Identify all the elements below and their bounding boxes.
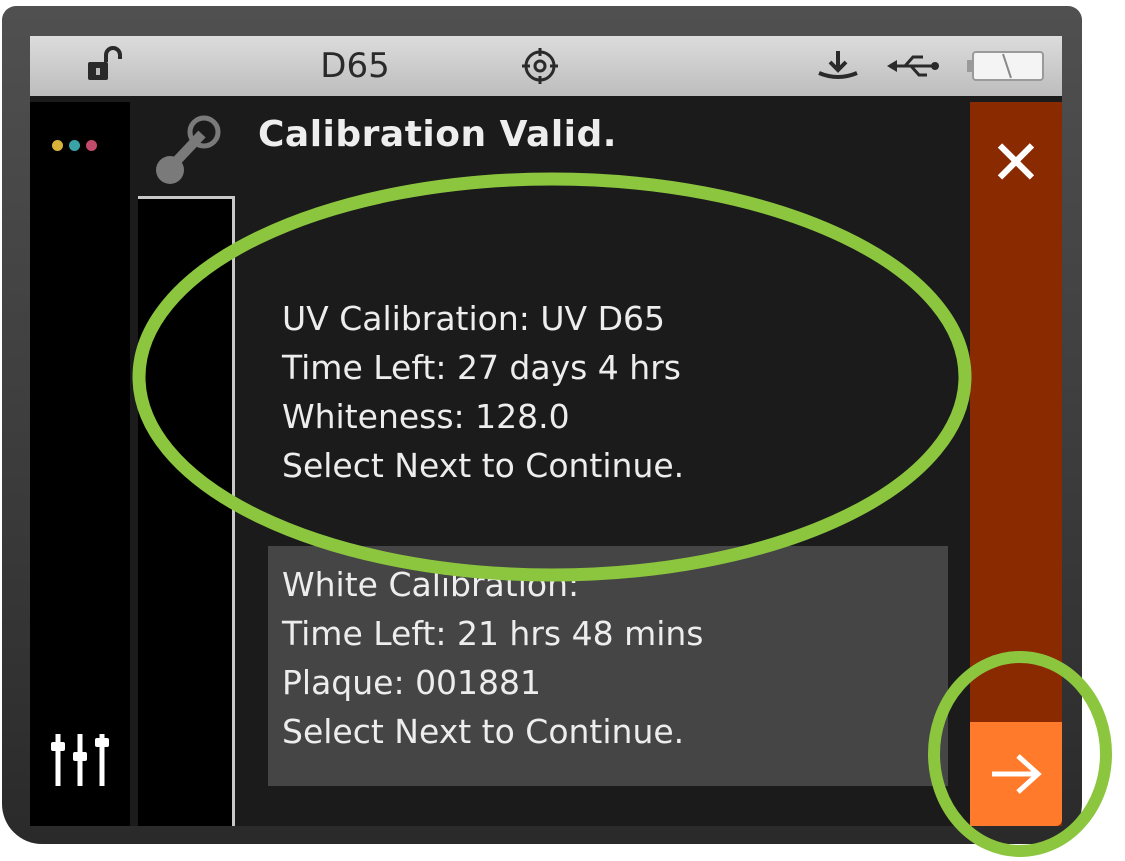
usb-icon [878, 36, 948, 96]
white-calibration-line: White Calibration: [282, 565, 580, 604]
battery-icon [962, 36, 1052, 96]
left-sidebar [30, 102, 130, 826]
uv-calibration-line: UV Calibration: UV D65 [282, 299, 665, 338]
dot-yellow [52, 140, 63, 151]
plaque-line: Plaque: 001881 [282, 663, 542, 702]
uv-calibration-info: UV Calibration: UV D65 Time Left: 27 day… [282, 294, 684, 490]
action-column: ✕ [970, 102, 1062, 826]
white-time-left-line: Time Left: 21 hrs 48 mins [282, 614, 704, 653]
uv-instruction-line: Select Next to Continue. [282, 446, 685, 485]
uv-time-left-line: Time Left: 27 days 4 hrs [282, 348, 681, 387]
dialog-title: Calibration Valid. [258, 114, 617, 155]
whiteness-line: Whiteness: 128.0 [282, 397, 570, 436]
dot-teal [69, 140, 80, 151]
calibration-probe-icon [148, 110, 228, 194]
arrow-right-icon [992, 754, 1042, 794]
more-options-icon[interactable] [52, 140, 97, 151]
sliders-icon[interactable] [48, 730, 112, 792]
unlocked-padlock-icon[interactable] [74, 36, 134, 96]
illuminant-label[interactable]: D65 [295, 36, 415, 96]
white-calibration-box: White Calibration: Time Left: 21 hrs 48 … [268, 546, 948, 786]
next-button[interactable] [970, 722, 1062, 826]
device-screen: D65 Calibration Valid. UV Calibration: U… [30, 36, 1062, 826]
dock-icon [808, 36, 868, 96]
white-instruction-line: Select Next to Continue. [282, 712, 685, 751]
close-button[interactable]: ✕ [970, 102, 1062, 222]
crosshair-icon[interactable] [510, 36, 570, 96]
device-bezel: D65 Calibration Valid. UV Calibration: U… [2, 6, 1082, 844]
status-bar: D65 [30, 36, 1062, 96]
panel-left-strip [138, 196, 235, 826]
dot-red [86, 140, 97, 151]
